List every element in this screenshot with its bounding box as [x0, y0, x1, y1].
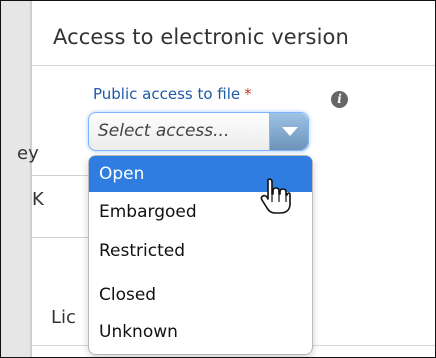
- peek-text-lic: Lic: [51, 307, 76, 328]
- select-placeholder: Select access...: [98, 121, 230, 141]
- dropdown-option-restricted[interactable]: Restricted: [89, 233, 312, 269]
- chevron-down-icon: [282, 127, 298, 136]
- info-icon[interactable]: i: [331, 91, 348, 108]
- dropdown-option-unknown[interactable]: Unknown: [89, 314, 312, 350]
- section-divider: [32, 65, 435, 66]
- screenshot-frame: Access to electronic version Public acce…: [0, 0, 436, 358]
- left-gutter-border: [30, 1, 32, 357]
- background-row-divider-2: [32, 237, 88, 238]
- peek-text-left: ey: [17, 143, 39, 164]
- select-toggle-button[interactable]: [269, 113, 308, 150]
- public-access-label-text: Public access to file: [93, 85, 241, 103]
- dropdown-option-closed[interactable]: Closed: [89, 277, 312, 313]
- public-access-select[interactable]: Select access...: [88, 112, 309, 151]
- left-gutter: [1, 1, 30, 357]
- public-access-label: Public access to file *: [93, 85, 252, 103]
- section-title: Access to electronic version: [53, 25, 349, 49]
- required-asterisk: *: [244, 85, 252, 103]
- hand-pointer-icon: [260, 178, 291, 214]
- peek-text-k: K: [32, 189, 44, 210]
- background-row-divider: [32, 175, 88, 176]
